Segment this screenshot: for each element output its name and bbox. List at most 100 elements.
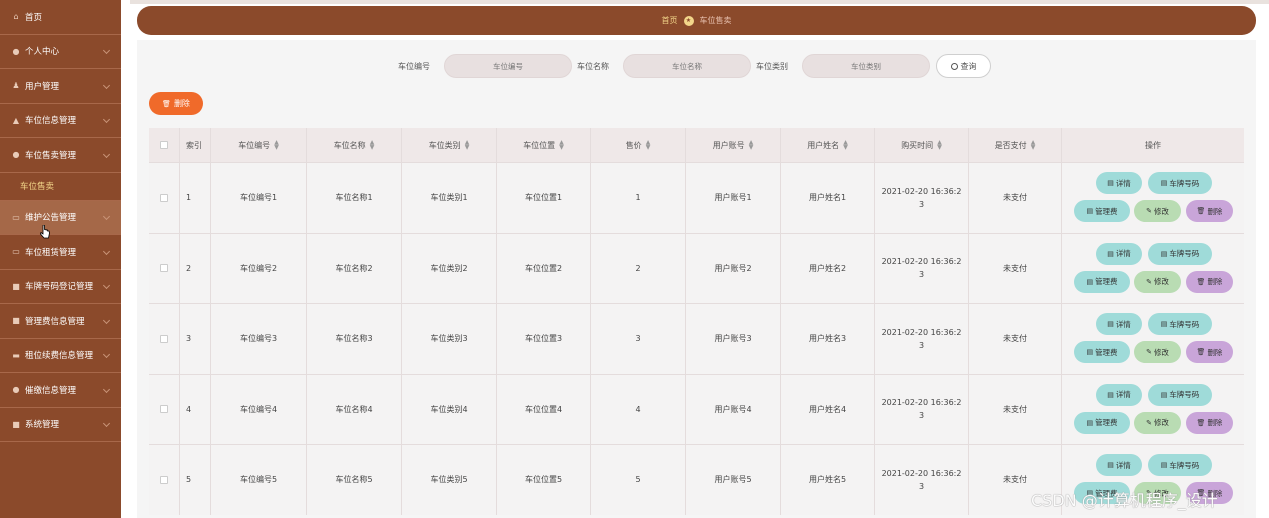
cell-index: 4 [180, 374, 211, 444]
plate-number-button-label: 车牌号码 [1169, 249, 1200, 258]
row-select-cell [149, 374, 180, 444]
detail-button[interactable]: ▤ 详情 [1096, 313, 1142, 335]
delete-button[interactable]: 🗑 删除 [1186, 270, 1233, 293]
detail-button[interactable]: ▤ 详情 [1096, 172, 1142, 194]
management-fee-button[interactable]: ▤ 管理费 [1074, 200, 1130, 222]
sort-icon: ▲ ▼ [1030, 139, 1036, 151]
sidebar-item-10[interactable]: ⌂ 首页 [0, 0, 121, 35]
sidebar-item-21[interactable]: ▭ 车位租赁管理 [0, 235, 121, 270]
row-checkbox[interactable] [160, 334, 168, 343]
management-fee-button[interactable]: ▤ 管理费 [1074, 270, 1130, 293]
location-icon: ● [12, 150, 20, 160]
cell-value: 2021-02-20 16:36:23 [881, 398, 962, 421]
sidebar-item-14[interactable]: ● 车位售卖管理 [0, 138, 121, 173]
column-header[interactable]: 车位位置 ▲ ▼ [497, 128, 591, 162]
sidebar-item-24[interactable]: ▬ 租位续费信息管理 [0, 339, 121, 373]
sidebar-item-11[interactable]: ● 个人中心 [0, 35, 121, 69]
plate-number-button[interactable]: ▤ 车牌号码 [1148, 242, 1212, 265]
batch-delete-button[interactable]: 🗑 删除 [149, 92, 203, 115]
cell-username: 用户姓名1 [781, 163, 875, 233]
delete-button[interactable]: 🗑 删除 [1186, 200, 1233, 222]
edit-button[interactable]: ✎ 修改 [1134, 270, 1181, 293]
search-input-category[interactable] [802, 54, 930, 78]
management-fee-button[interactable]: ▤ 管理费 [1074, 482, 1130, 504]
cell-value: 车位编号2 [239, 263, 278, 273]
search-input-code[interactable] [444, 54, 572, 78]
users-icon: ♟ [12, 81, 20, 91]
delete-button[interactable]: 🗑 删除 [1186, 341, 1233, 363]
sidebar-item-label: 用户管理 [25, 81, 60, 92]
cell-category: 车位类别5 [402, 445, 497, 515]
cell-value: 车位位置3 [524, 334, 563, 344]
column-header[interactable]: 车位类别 ▲ ▼ [402, 128, 497, 162]
sidebar-item-22[interactable]: ■ 车牌号码登记管理 [0, 270, 121, 304]
chart-icon: ▲ [12, 115, 20, 125]
sort-icon: ▲ ▼ [843, 139, 848, 151]
chevron-down-icon [102, 150, 111, 158]
delete-button[interactable]: 🗑 删除 [1186, 411, 1233, 434]
select-all-checkbox[interactable] [160, 141, 168, 149]
row-select-cell [149, 163, 180, 233]
cell-time: 2021-02-20 16:36:23 [875, 304, 969, 374]
pencil-icon: ✎ [1146, 489, 1152, 497]
cell-account: 用户账号5 [686, 445, 781, 515]
plate-number-button-label: 车牌号码 [1169, 390, 1200, 399]
detail-button[interactable]: ▤ 详情 [1096, 454, 1142, 476]
row-checkbox[interactable] [160, 264, 168, 273]
row-checkbox[interactable] [160, 405, 168, 414]
cell-code: 车位编号5 [211, 445, 307, 515]
row-checkbox[interactable] [160, 193, 168, 202]
column-header[interactable]: 用户姓名 ▲ ▼ [781, 128, 875, 162]
cell-value: 2021-02-20 16:36:23 [881, 186, 962, 209]
sidebar-item-26[interactable]: ■ 系统管理 [0, 408, 121, 442]
sidebar-item-12[interactable]: ♟ 用户管理 [0, 69, 121, 104]
column-header[interactable]: 车位名称 ▲ ▼ [307, 128, 402, 162]
row-checkbox[interactable] [160, 475, 168, 484]
edit-button[interactable]: ✎ 修改 [1134, 411, 1181, 434]
column-header[interactable]: 售价 ▲ ▼ [591, 128, 686, 162]
cell-value: 1 [635, 193, 641, 203]
cell-code: 车位编号4 [211, 374, 307, 444]
submenu-item-parking-sale[interactable]: 车位售卖 [0, 173, 121, 201]
document-icon: ▤ [1086, 207, 1094, 215]
edit-button-label: 修改 [1153, 418, 1169, 427]
fee-icon: ■ [12, 316, 20, 326]
chevron-down-icon [102, 282, 111, 290]
plate-number-button[interactable]: ▤ 车牌号码 [1148, 172, 1212, 194]
detail-button[interactable]: ▤ 详情 [1096, 242, 1142, 265]
breadcrumb-home[interactable]: 首页 [662, 15, 678, 26]
cell-value: 用户账号1 [714, 193, 752, 203]
search-input-name[interactable] [623, 54, 751, 78]
column-header-label: 用户姓名 [807, 140, 840, 150]
sidebar-item-label: 维护公告管理 [25, 213, 77, 224]
sidebar-item-label: 催缴信息管理 [25, 385, 77, 396]
column-header[interactable]: 用户账号 ▲ ▼ [686, 128, 781, 162]
management-fee-button[interactable]: ▤ 管理费 [1074, 411, 1130, 434]
sidebar-item-25[interactable]: ● 催缴信息管理 [0, 373, 121, 408]
cell-index: 5 [180, 445, 211, 515]
document-icon: ▤ [1107, 249, 1114, 258]
column-header[interactable]: 是否支付 ▲ ▼ [969, 128, 1062, 162]
sidebar-item-13[interactable]: ▲ 车位信息管理 [0, 104, 121, 138]
plate-number-button[interactable]: ▤ 车牌号码 [1148, 383, 1212, 406]
management-fee-button[interactable]: ▤ 管理费 [1074, 341, 1130, 363]
edit-button[interactable]: ✎ 修改 [1134, 341, 1181, 363]
detail-button[interactable]: ▤ 详情 [1096, 383, 1142, 406]
delete-button[interactable]: 🗑 删除 [1186, 482, 1233, 504]
edit-button[interactable]: ✎ 修改 [1134, 482, 1181, 504]
column-header[interactable]: 购买时间 ▲ ▼ [875, 128, 969, 162]
plate-number-button[interactable]: ▤ 车牌号码 [1148, 313, 1212, 335]
sidebar-item-20[interactable]: ▭ 维护公告管理 [0, 200, 121, 235]
plate-number-button[interactable]: ▤ 车牌号码 [1148, 454, 1212, 476]
search-button[interactable]: 查询 [936, 54, 991, 78]
trash-icon: 🗑 [162, 99, 171, 108]
edit-button[interactable]: ✎ 修改 [1134, 200, 1181, 222]
column-header[interactable]: 车位编号 ▲ ▼ [211, 128, 307, 162]
cell-code: 车位编号2 [211, 233, 307, 303]
sidebar-item-label: 系统管理 [25, 420, 60, 431]
sidebar-item-23[interactable]: ■ 管理费信息管理 [0, 304, 121, 339]
cell-location: 车位位置1 [497, 163, 591, 233]
trash-icon: 🗑 [1196, 207, 1206, 215]
bell-icon: ● [12, 385, 20, 395]
cell-price: 4 [591, 374, 686, 444]
